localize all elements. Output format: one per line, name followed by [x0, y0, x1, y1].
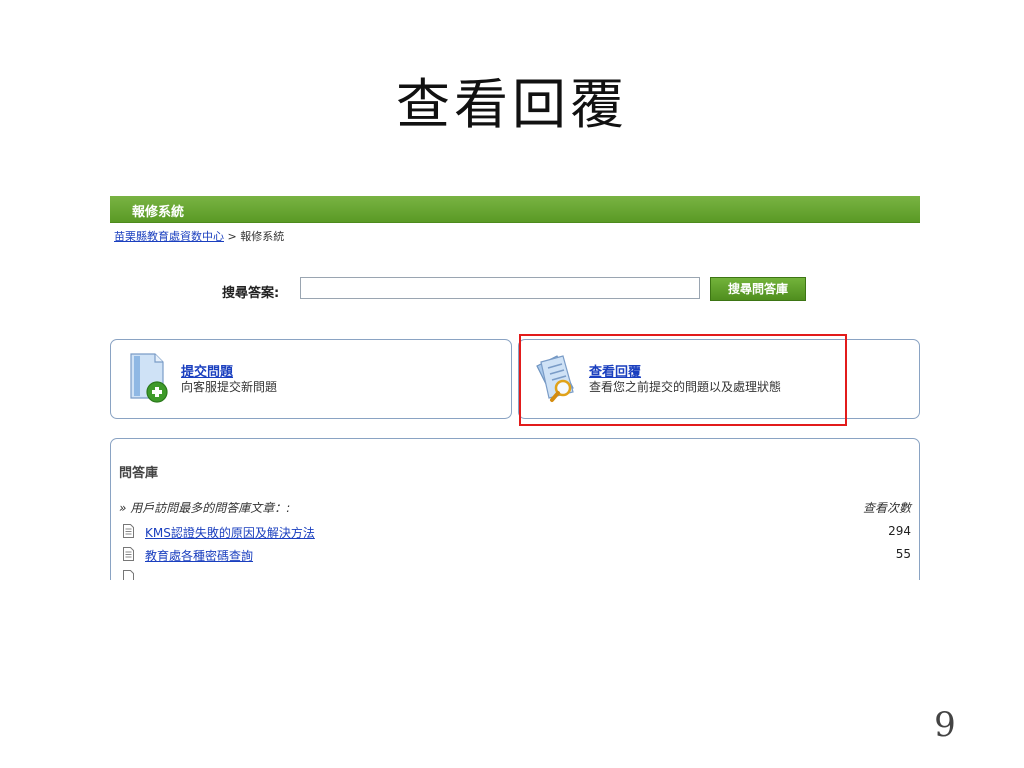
list-item: 教育處各種密碼查詢 55: [119, 546, 911, 564]
list-item: [119, 569, 911, 580]
search-input[interactable]: [300, 277, 700, 299]
document-icon: [123, 547, 134, 561]
breadcrumb-home-link[interactable]: 苗栗縣教育處資数中心: [114, 230, 224, 243]
submit-question-panel[interactable]: 提交問題 向客服提交新問題: [110, 339, 512, 419]
search-label: 搜尋答案:: [222, 286, 280, 301]
knowledge-base-title: 問答庫: [119, 466, 159, 481]
knowledge-base-panel: 問答庫 » 用戶訪問最多的問答庫文章：: 查看次數 KMS認證失敗的原因及解決方…: [110, 438, 920, 580]
slide-title: 查看回覆: [396, 73, 628, 136]
app-header: 報修系統: [110, 196, 920, 223]
article-view-count: 55: [895, 547, 911, 561]
helpdesk-screenshot: 報修系統 苗栗縣教育處資数中心 > 報修系統 搜尋答案: 搜尋問答庫 提交問題 …: [110, 196, 922, 580]
article-link[interactable]: KMS認證失敗的原因及解決方法: [145, 524, 315, 541]
breadcrumb: 苗栗縣教育處資数中心 > 報修系統: [114, 228, 284, 244]
document-add-icon: [130, 353, 168, 403]
submit-question-description: 向客服提交新問題: [181, 380, 278, 394]
breadcrumb-separator: >: [227, 230, 237, 243]
breadcrumb-current: 報修系統: [240, 230, 285, 243]
article-link[interactable]: 教育處各種密碼查詢: [145, 547, 253, 564]
search-button[interactable]: 搜尋問答庫: [710, 277, 806, 301]
list-item: KMS認證失敗的原因及解決方法 294: [119, 523, 911, 541]
document-icon: [123, 570, 134, 580]
document-icon: [123, 524, 134, 538]
page-number: 9: [934, 705, 956, 745]
highlight-box: [519, 334, 847, 426]
app-title: 報修系統: [132, 205, 185, 220]
views-column-header: 查看次數: [862, 501, 911, 515]
knowledge-base-subtitle: » 用戶訪問最多的問答庫文章：:: [119, 501, 291, 515]
article-view-count: 294: [888, 524, 911, 538]
